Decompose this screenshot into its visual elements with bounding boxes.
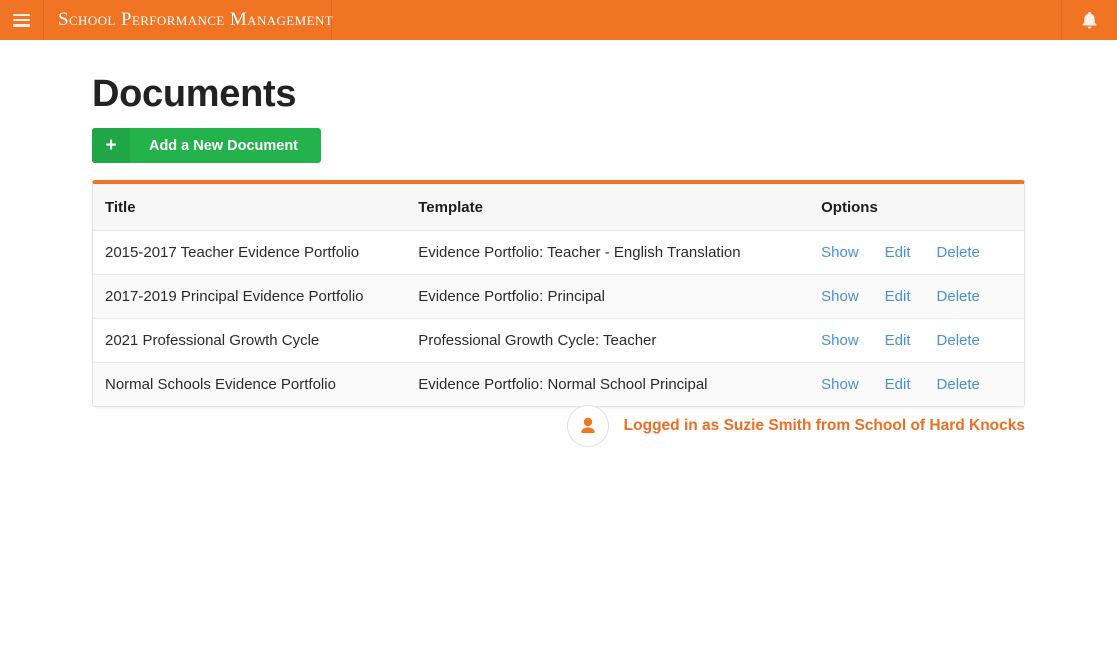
delete-link[interactable]: Delete bbox=[937, 332, 980, 349]
document-template: Evidence Portfolio: Principal bbox=[418, 274, 822, 319]
row-options: Show Edit Delete bbox=[821, 318, 1024, 363]
hamburger-menu-icon bbox=[13, 13, 30, 27]
delete-link[interactable]: Delete bbox=[937, 376, 980, 393]
table-row: 2021 Professional Growth Cycle Professio… bbox=[93, 318, 1024, 363]
column-header-template: Template bbox=[418, 184, 822, 231]
delete-link[interactable]: Delete bbox=[937, 244, 980, 261]
show-link[interactable]: Show bbox=[821, 376, 859, 393]
document-title: 2017-2019 Principal Evidence Portfolio bbox=[93, 274, 419, 319]
login-status-text: Logged in as Suzie Smith from School of … bbox=[623, 417, 1025, 434]
avatar bbox=[566, 405, 609, 447]
table-body: 2015-2017 Teacher Evidence Portfolio Evi… bbox=[93, 230, 1024, 406]
document-title: 2021 Professional Growth Cycle bbox=[93, 318, 419, 363]
top-navigation-bar: School Performance Management bbox=[0, 0, 1117, 40]
plus-icon: + bbox=[92, 128, 130, 163]
document-title: Normal Schools Evidence Portfolio bbox=[93, 362, 419, 406]
show-link[interactable]: Show bbox=[821, 244, 859, 261]
edit-link[interactable]: Edit bbox=[885, 244, 911, 261]
row-options: Show Edit Delete bbox=[821, 362, 1024, 406]
document-template: Evidence Portfolio: Normal School Princi… bbox=[418, 362, 822, 406]
user-avatar-icon bbox=[581, 417, 595, 434]
documents-table-card: Title Template Options 2015-2017 Teacher… bbox=[92, 180, 1025, 407]
documents-table: Title Template Options 2015-2017 Teacher… bbox=[93, 184, 1024, 406]
table-row: 2017-2019 Principal Evidence Portfolio E… bbox=[93, 274, 1024, 319]
table-header-row: Title Template Options bbox=[93, 184, 1024, 231]
add-new-document-button[interactable]: + Add a New Document bbox=[92, 128, 321, 163]
page-title: Documents bbox=[92, 73, 297, 115]
table-row: 2015-2017 Teacher Evidence Portfolio Evi… bbox=[93, 230, 1024, 275]
login-status: Logged in as Suzie Smith from School of … bbox=[0, 405, 1025, 447]
delete-link[interactable]: Delete bbox=[937, 288, 980, 305]
notifications-button[interactable] bbox=[1061, 0, 1117, 40]
edit-link[interactable]: Edit bbox=[885, 288, 911, 305]
add-new-document-label: Add a New Document bbox=[148, 137, 299, 154]
brand-title: School Performance Management bbox=[58, 9, 334, 30]
brand-container[interactable]: School Performance Management bbox=[44, 0, 334, 40]
edit-link[interactable]: Edit bbox=[885, 332, 911, 349]
hamburger-menu-button[interactable] bbox=[0, 0, 44, 40]
show-link[interactable]: Show bbox=[821, 288, 859, 305]
notification-bell-icon bbox=[1082, 11, 1097, 29]
column-header-title: Title bbox=[93, 184, 419, 231]
table-header: Title Template Options bbox=[93, 184, 1024, 231]
table-row: Normal Schools Evidence Portfolio Eviden… bbox=[93, 362, 1024, 406]
document-title: 2015-2017 Teacher Evidence Portfolio bbox=[93, 230, 419, 275]
row-options: Show Edit Delete bbox=[821, 230, 1024, 275]
document-template: Professional Growth Cycle: Teacher bbox=[418, 318, 822, 363]
document-template: Evidence Portfolio: Teacher - English Tr… bbox=[418, 230, 822, 275]
edit-link[interactable]: Edit bbox=[885, 376, 911, 393]
row-options: Show Edit Delete bbox=[821, 274, 1024, 319]
show-link[interactable]: Show bbox=[821, 332, 859, 349]
column-header-options: Options bbox=[821, 184, 1024, 231]
